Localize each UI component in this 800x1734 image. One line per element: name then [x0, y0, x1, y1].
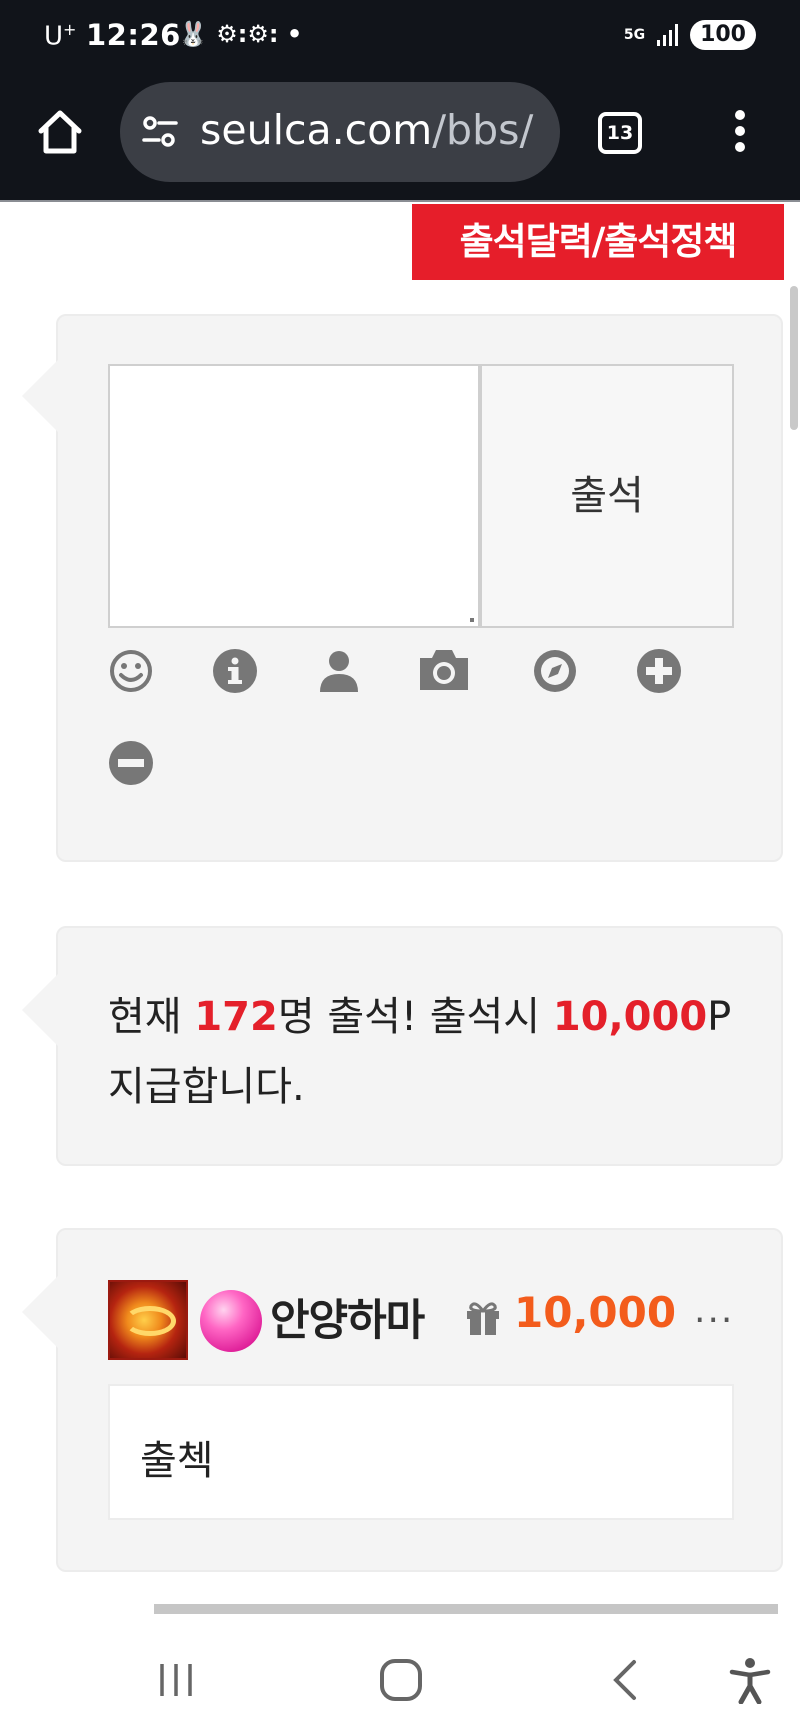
avatar[interactable] [108, 1280, 188, 1360]
recent-apps-button[interactable] [146, 1650, 206, 1710]
signal-icon [657, 24, 679, 46]
attendance-notice: 현재 172명 출석! 출석시 10,000P 지급합니다. [22, 926, 783, 1166]
carrier-label: U+ [44, 20, 77, 52]
more-vert-icon[interactable] [726, 110, 754, 162]
attendance-form: 출석 [22, 314, 783, 862]
home-icon [38, 110, 82, 154]
notice-text: 현재 172명 출석! 출석시 10,000P 지급합니다. [108, 994, 732, 1110]
minus-circle-icon[interactable] [108, 740, 154, 786]
accessibility-button[interactable] [720, 1650, 780, 1710]
more-options-button[interactable]: ... [694, 1290, 734, 1331]
resize-handle[interactable] [470, 618, 474, 622]
home-button[interactable] [30, 102, 90, 162]
attendee-count: 172 [194, 994, 278, 1040]
comment-author[interactable]: 안양하마 [270, 1286, 425, 1348]
bubble-arrow [22, 1276, 58, 1348]
url-text[interactable]: seulca.com/bbs/ [200, 106, 533, 154]
home-nav-button[interactable] [371, 1650, 431, 1710]
comment-text: 출첵 [140, 1438, 214, 1484]
screen: U+ 12:26 🐰 ⚙:⚙: • 5G 100 seulca.com/bbs/ [0, 0, 800, 1734]
system-indicators: 5G 100 [624, 20, 756, 50]
tune-icon[interactable] [140, 112, 180, 152]
system-nav-bar [0, 1620, 800, 1734]
comment-points: 10,000 [514, 1288, 677, 1337]
battery-icon: 100 [690, 20, 756, 50]
gift-icon [467, 1302, 499, 1335]
browser-toolbar: seulca.com/bbs/ 13 [0, 72, 800, 202]
compass-icon[interactable] [532, 648, 578, 694]
horizontal-scrollbar[interactable] [154, 1604, 778, 1614]
bubble-arrow [22, 974, 58, 1046]
comment-item: 안양하마 10,000 ... 출첵 [22, 1228, 783, 1572]
user-icon[interactable] [316, 648, 362, 694]
plus-circle-icon[interactable] [636, 648, 682, 694]
attendance-textarea[interactable] [108, 364, 480, 628]
recent-apps-icon [160, 1664, 192, 1696]
info-icon[interactable] [212, 648, 258, 694]
vertical-scrollbar[interactable] [790, 286, 798, 430]
home-nav-icon [380, 1659, 422, 1701]
bubble-arrow [22, 360, 58, 432]
emoji-icon[interactable] [108, 648, 154, 694]
comment-body: 출첵 [108, 1384, 734, 1520]
reward-points: 10,000 [552, 994, 708, 1040]
network-type-icon: 5G [623, 27, 646, 43]
status-bar: U+ 12:26 🐰 ⚙:⚙: • 5G 100 [0, 0, 800, 72]
camera-icon[interactable] [416, 646, 472, 692]
address-bar[interactable]: seulca.com/bbs/ [120, 82, 560, 182]
attend-submit-button[interactable]: 출석 [480, 364, 734, 628]
notification-icons: 🐰 ⚙:⚙: • [178, 20, 303, 48]
accessibility-icon [729, 1658, 771, 1704]
level-badge-icon [200, 1290, 262, 1352]
tabs-button[interactable]: 13 [598, 112, 642, 154]
attendance-policy-button[interactable]: 출석달력/출석정책 [412, 204, 784, 280]
clock: 12:26 [86, 18, 181, 52]
back-icon [613, 1660, 636, 1700]
back-button[interactable] [596, 1650, 656, 1710]
